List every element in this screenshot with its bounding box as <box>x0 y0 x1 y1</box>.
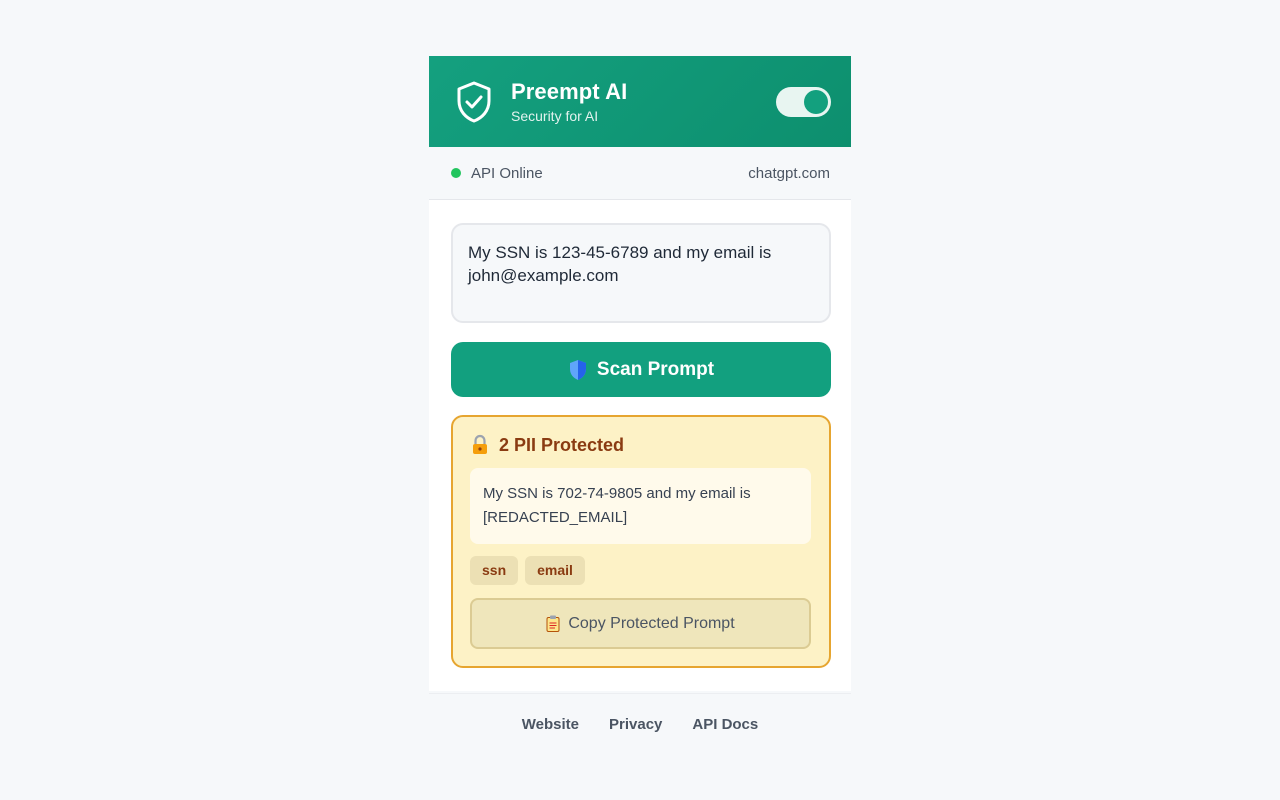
copy-protected-prompt-button[interactable]: Copy Protected Prompt <box>470 598 811 649</box>
footer-link-website[interactable]: Website <box>522 716 579 733</box>
main-content: My SSN is 123-45-6789 and my email is jo… <box>429 200 851 691</box>
app-subtitle: Security for AI <box>511 108 599 124</box>
clipboard-icon <box>546 615 560 632</box>
blue-shield-icon <box>568 359 588 381</box>
result-title: 2 PII Protected <box>499 434 625 455</box>
api-status: API Online <box>451 165 543 182</box>
lock-icon <box>470 434 490 456</box>
copy-protected-prompt-label: Copy Protected Prompt <box>568 614 735 632</box>
protection-toggle[interactable] <box>776 86 831 117</box>
pii-tag-ssn: ssn <box>470 556 519 585</box>
status-bar: API Online chatgpt.com <box>429 147 851 200</box>
footer-link-privacy[interactable]: Privacy <box>609 716 662 733</box>
current-site: chatgpt.com <box>748 164 830 182</box>
extension-popup: Preempt AI Security for AI API Online ch… <box>429 56 851 691</box>
prompt-input[interactable]: My SSN is 123-45-6789 and my email is jo… <box>451 223 831 323</box>
pii-tags: ssn email <box>470 556 811 585</box>
footer: Website Privacy API Docs <box>429 693 851 754</box>
shield-check-icon <box>453 80 495 124</box>
api-status-label: API Online <box>471 164 543 182</box>
app-title: Preempt AI <box>511 79 628 104</box>
protected-prompt-text: My SSN is 702-74-9805 and my email is [R… <box>470 468 811 544</box>
pii-tag-email: email <box>525 556 585 585</box>
scan-prompt-label: Scan Prompt <box>596 358 715 380</box>
scan-prompt-button[interactable]: Scan Prompt <box>451 342 831 397</box>
header: Preempt AI Security for AI <box>429 56 851 147</box>
result-header: 2 PII Protected <box>470 434 811 456</box>
footer-link-api-docs[interactable]: API Docs <box>692 716 758 733</box>
toggle-knob <box>804 89 828 114</box>
brand: Preempt AI Security for AI <box>511 79 776 124</box>
status-dot-icon <box>451 168 461 178</box>
pii-result-card: 2 PII Protected My SSN is 702-74-9805 an… <box>451 415 831 668</box>
